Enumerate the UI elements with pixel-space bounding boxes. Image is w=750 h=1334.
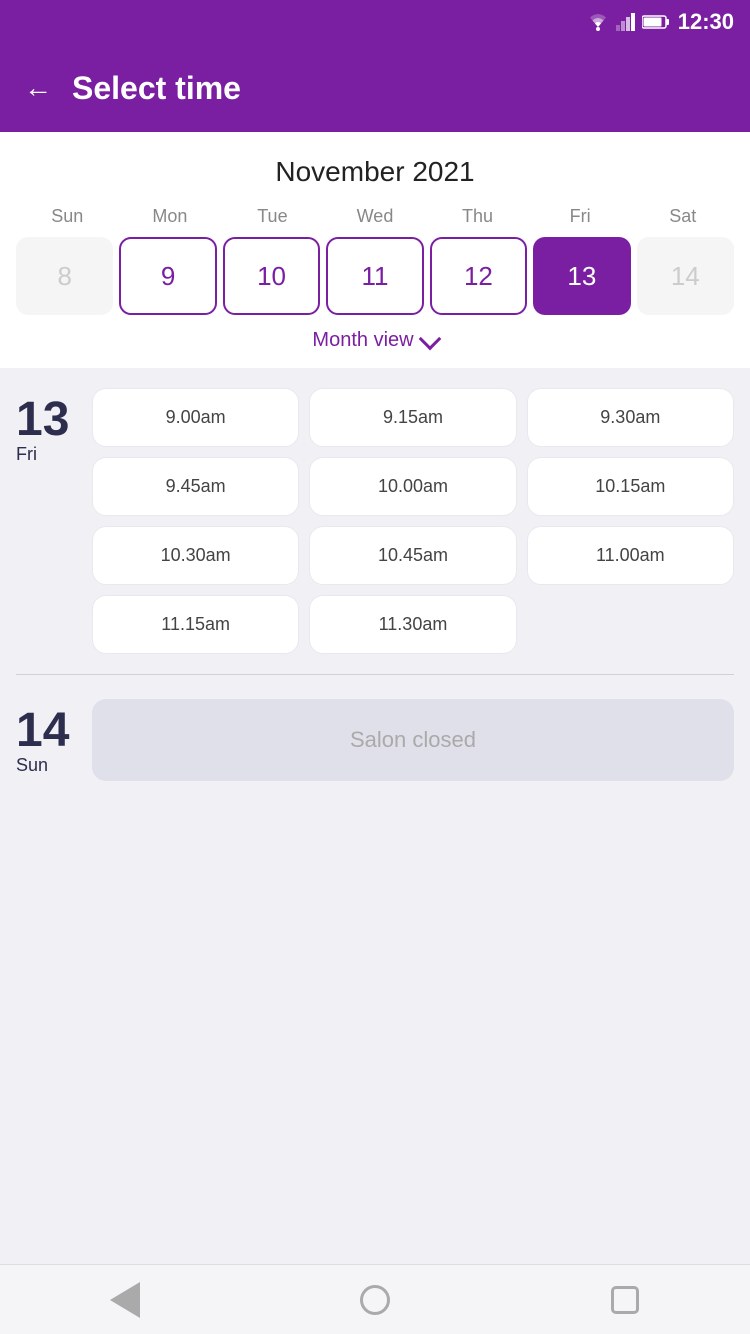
status-bar: 12:30 [0,0,750,44]
time-slot-1130[interactable]: 11.30am [309,595,516,654]
day-header-thu: Thu [426,206,529,227]
day-header-wed: Wed [324,206,427,227]
day-13-section: 13 Fri 9.00am 9.15am 9.30am 9.45am 10.00… [16,388,734,654]
time-slot-945[interactable]: 9.45am [92,457,299,516]
wifi-icon [586,13,610,31]
times-section: 13 Fri 9.00am 9.15am 9.30am 9.45am 10.00… [0,368,750,821]
month-year-label: November 2021 [16,156,734,188]
day-headers: Sun Mon Tue Wed Thu Fri Sat [16,206,734,227]
time-slot-1115[interactable]: 11.15am [92,595,299,654]
calendar-section: November 2021 Sun Mon Tue Wed Thu Fri Sa… [0,132,750,368]
day-13-name: Fri [16,444,76,465]
signal-icon [616,13,636,31]
status-icons [586,13,670,31]
day-14-number: 14 [16,707,76,755]
battery-icon [642,14,670,30]
time-slot-900[interactable]: 9.00am [92,388,299,447]
day-header-fri: Fri [529,206,632,227]
day-cells: 8 9 10 11 12 13 14 [16,237,734,315]
time-slot-930[interactable]: 9.30am [527,388,734,447]
salon-closed-box: Salon closed [92,699,734,781]
day-cell-8: 8 [16,237,113,315]
day-cell-14: 14 [637,237,734,315]
day-header-sun: Sun [16,206,119,227]
day-header-mon: Mon [119,206,222,227]
time-slot-1100[interactable]: 11.00am [527,526,734,585]
chevron-down-icon [418,327,441,350]
day-14-section: 14 Sun Salon closed [16,699,734,781]
time-slot-1000[interactable]: 10.00am [309,457,516,516]
time-slot-915[interactable]: 9.15am [309,388,516,447]
time-slot-1045[interactable]: 10.45am [309,526,516,585]
month-view-toggle[interactable]: Month view [16,329,734,352]
nav-back-button[interactable] [107,1282,143,1318]
salon-closed-wrapper: Salon closed [92,699,734,781]
back-button[interactable]: ← [24,72,52,104]
recent-nav-icon [611,1286,639,1314]
salon-closed-label: Salon closed [350,727,476,752]
time-slot-1030[interactable]: 10.30am [92,526,299,585]
day-header-tue: Tue [221,206,324,227]
time-slots-grid-13: 9.00am 9.15am 9.30am 9.45am 10.00am 10.1… [92,388,734,654]
day-cell-10[interactable]: 10 [223,237,320,315]
day-header-sat: Sat [631,206,734,227]
nav-recent-button[interactable] [607,1282,643,1318]
day-13-number: 13 [16,396,76,444]
nav-home-button[interactable] [357,1282,393,1318]
section-divider [16,674,734,675]
back-nav-icon [110,1282,140,1318]
bottom-nav [0,1264,750,1334]
day-cell-9[interactable]: 9 [119,237,216,315]
day-cell-13[interactable]: 13 [533,237,630,315]
day-cell-12[interactable]: 12 [430,237,527,315]
time-slot-1015[interactable]: 10.15am [527,457,734,516]
day-cell-11[interactable]: 11 [326,237,423,315]
day-14-name: Sun [16,755,76,776]
page-title: Select time [72,70,241,107]
day-13-label: 13 Fri [16,388,76,654]
day-14-label: 14 Sun [16,699,76,781]
month-view-label: Month view [312,329,413,352]
home-nav-icon [360,1285,390,1315]
header: ← Select time [0,44,750,132]
status-time: 12:30 [678,9,734,35]
